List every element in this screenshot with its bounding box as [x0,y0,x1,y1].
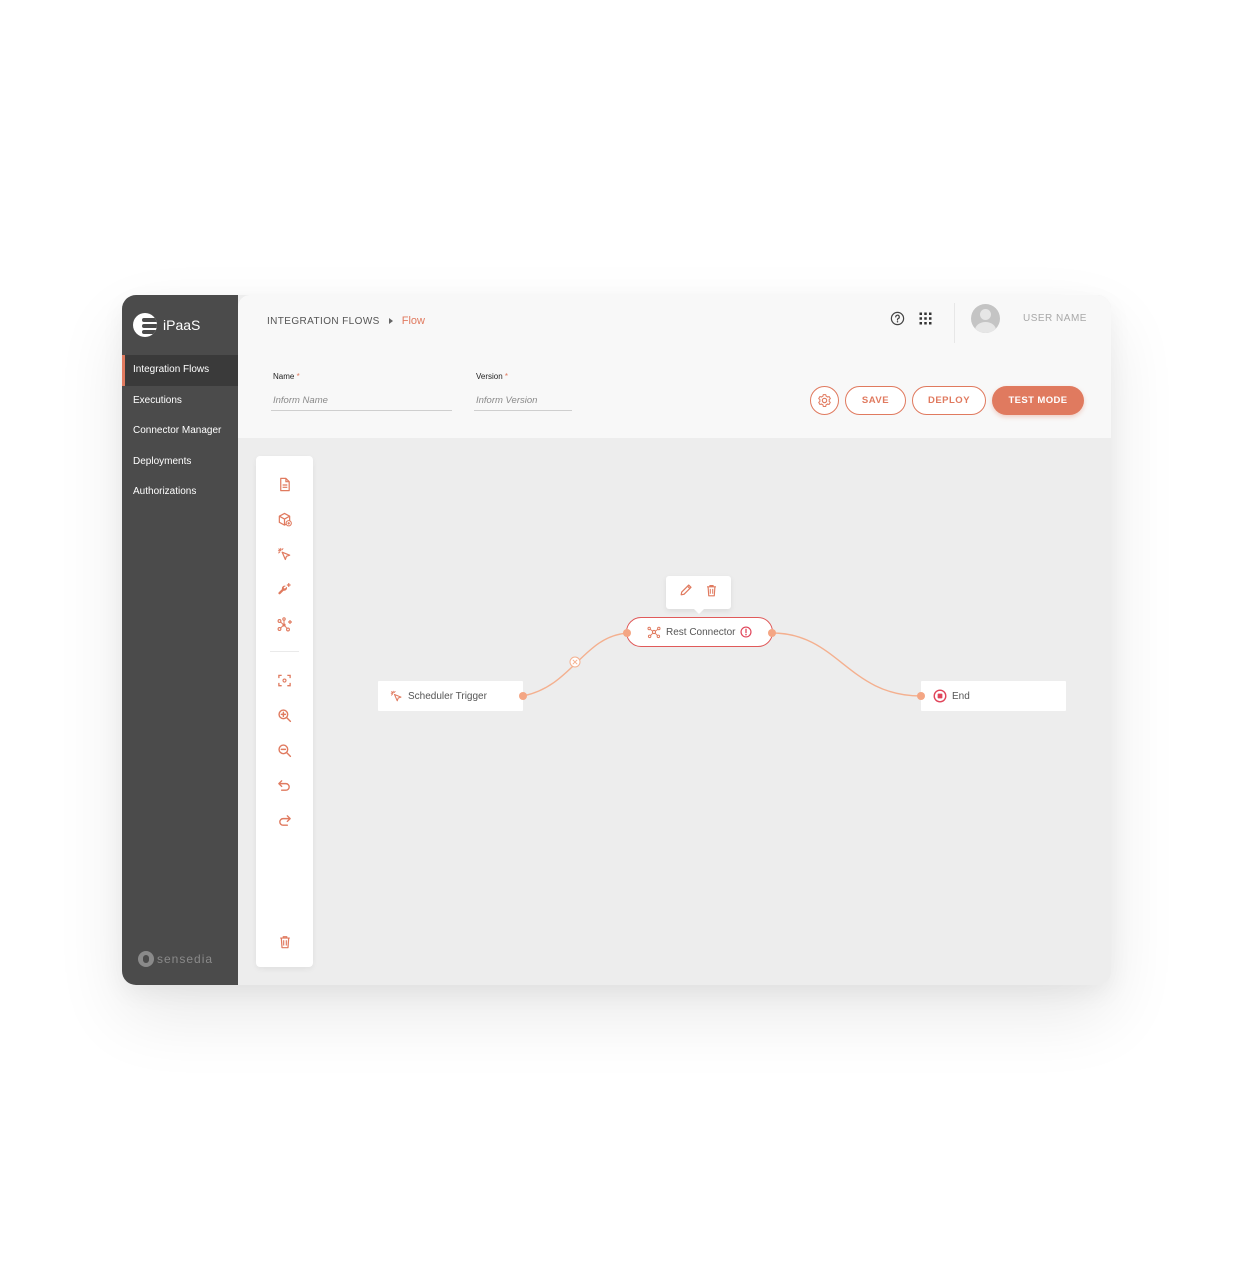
deploy-button[interactable]: DEPLOY [912,386,986,415]
node-label: End [952,690,970,702]
trash-icon[interactable] [275,932,294,951]
breadcrumb: INTEGRATION FLOWS Flow [267,313,425,329]
sidebar-nav: Integration Flows Executions Connector M… [122,355,238,508]
delete-icon[interactable] [705,584,718,602]
wrench-add-icon[interactable] [275,580,294,599]
breadcrumb-arrow-icon [388,318,393,324]
sidebar-item-deployments[interactable]: Deployments [122,447,238,478]
port-rest-out[interactable] [768,629,776,637]
edit-icon[interactable] [679,583,693,602]
node-context-menu [666,576,731,614]
header-divider [954,303,955,343]
redo-icon[interactable] [275,811,294,830]
brand[interactable]: iPaaS [133,312,200,338]
sidebar-item-integration-flows[interactable]: Integration Flows [122,355,238,386]
sensedia-logo: sensedia [138,951,213,967]
sensedia-wordmark: sensedia [157,952,214,966]
name-required-mark: * [296,372,300,381]
node-rest-connector[interactable]: Rest Connector [626,617,773,647]
edge-rest-to-end [771,632,922,697]
flow-edges [522,632,922,697]
version-label-text: Version [476,372,503,381]
trigger-cursor-icon [390,690,402,701]
test-mode-button[interactable]: TEST MODE [992,386,1084,415]
apps-grid-icon[interactable] [919,312,932,330]
node-scheduler-trigger[interactable]: Scheduler Trigger [378,681,523,711]
flow-canvas[interactable]: Scheduler Trigger Rest Connector End [238,438,1111,985]
sidebar-item-executions[interactable]: Executions [122,386,238,417]
error-icon [740,626,753,638]
top-icons [890,311,932,331]
edge-remove-icon [569,656,581,668]
name-input[interactable] [271,391,452,411]
main-area: INTEGRATION FLOWS Flow USER NAME Name * [238,295,1111,985]
sidebar: iPaaS Integration Flows Executions Conne… [122,295,238,985]
breadcrumb-current: Flow [401,315,425,327]
canvas-toolbar [256,456,313,967]
help-icon[interactable] [890,311,905,331]
flow-actions: SAVE DEPLOY TEST MODE [810,386,1084,415]
node-label: Scheduler Trigger [408,690,487,702]
user-name[interactable]: USER NAME [1023,313,1087,324]
top-bar: INTEGRATION FLOWS Flow USER NAME Name * [238,295,1111,438]
brand-name: iPaaS [163,317,201,333]
sensedia-logo-icon [138,951,154,967]
breadcrumb-root[interactable]: INTEGRATION FLOWS [267,316,380,327]
name-label: Name * [273,372,300,381]
name-label-text: Name [273,372,295,381]
connector-icon [647,626,661,639]
ipaas-logo-icon [133,313,157,337]
document-icon[interactable] [275,475,294,494]
gear-icon [818,394,831,407]
connector-add-icon[interactable] [275,615,294,634]
sidebar-item-connector-manager[interactable]: Connector Manager [122,416,238,447]
port-scheduler-out[interactable] [519,692,527,700]
avatar[interactable] [971,304,1000,333]
version-label: Version * [476,372,508,381]
node-label: Rest Connector [666,626,736,638]
port-rest-in[interactable] [623,629,631,637]
toolbar-divider [270,651,299,652]
stop-icon [933,689,947,703]
fit-view-icon[interactable] [275,671,294,690]
port-end-in[interactable] [917,692,925,700]
edge-scheduler-to-rest [522,632,629,697]
trigger-cursor-icon[interactable] [275,545,294,564]
box-add-icon[interactable] [275,510,294,529]
version-required-mark: * [504,372,509,381]
node-end[interactable]: End [921,681,1066,711]
zoom-out-icon[interactable] [275,741,294,760]
settings-button[interactable] [810,386,839,415]
sidebar-item-authorizations[interactable]: Authorizations [122,477,238,508]
undo-icon[interactable] [275,776,294,795]
version-input[interactable] [474,391,572,411]
save-button[interactable]: SAVE [845,386,906,415]
zoom-in-icon[interactable] [275,706,294,725]
app-window: iPaaS Integration Flows Executions Conne… [122,295,1111,985]
